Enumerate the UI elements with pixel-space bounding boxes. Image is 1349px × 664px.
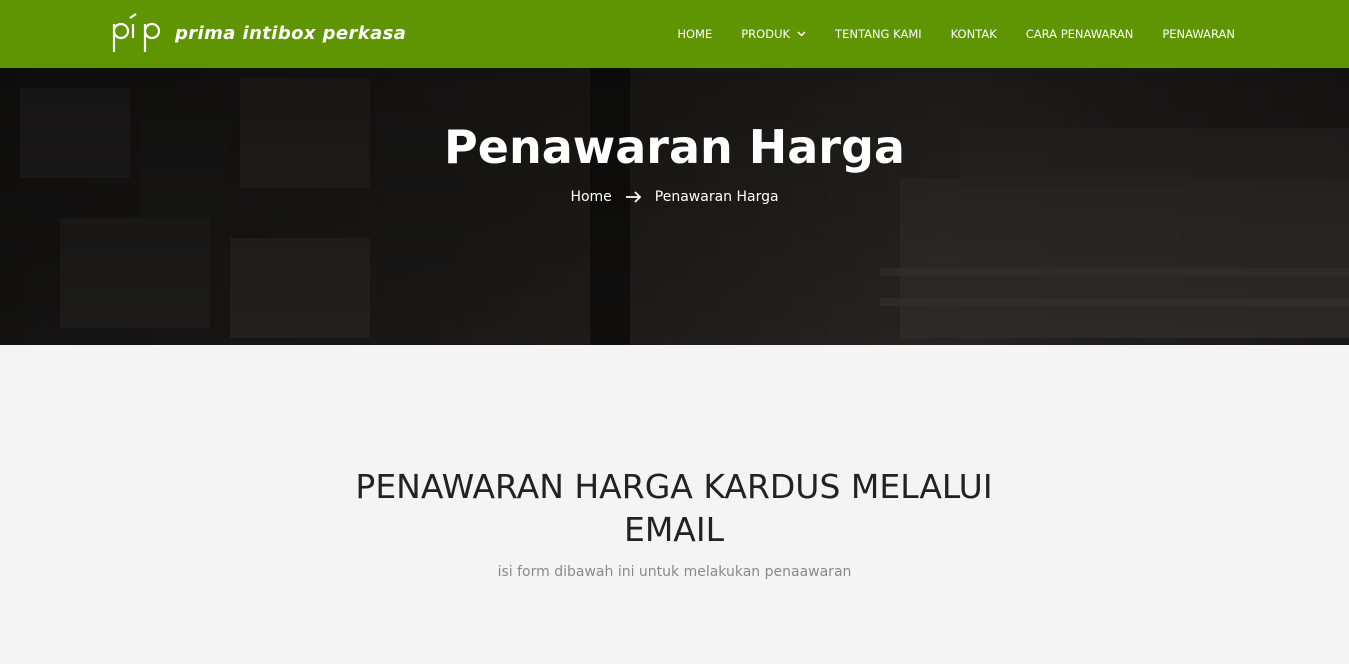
nav-home[interactable]: HOME	[677, 27, 712, 41]
breadcrumb-home-link[interactable]: Home	[570, 189, 611, 205]
nav-cara-penawaran[interactable]: CARA PENAWARAN	[1026, 27, 1134, 41]
site-header: prima intibox perkasa HOME PRODUK TENTAN…	[0, 0, 1349, 68]
nav-cara-penawaran-label: CARA PENAWARAN	[1025, 27, 1134, 41]
section-subtitle: isi form dibawah ini untuk melakukan pen…	[497, 564, 852, 580]
section-title: PENAWARAN HARGA KARDUS MELALUI EMAIL	[355, 467, 993, 549]
nav-produk[interactable]: PRODUK	[741, 27, 806, 41]
brand-logo[interactable]: prima intibox perkasa	[108, 12, 406, 54]
page-hero: Penawaran Harga Home Penawaran Harga	[0, 68, 1349, 345]
breadcrumb: Home Penawaran Harga	[0, 189, 1349, 205]
nav-penawaran-label: PENAWARAN	[1162, 27, 1235, 41]
nav-kontak[interactable]: KONTAK	[951, 27, 997, 41]
nav-produk-label: PRODUK	[741, 27, 791, 41]
nav-tentang-kami[interactable]: TENTANG KAMI	[835, 27, 922, 41]
chevron-down-icon	[797, 31, 806, 37]
hero-background-image	[0, 68, 1349, 345]
brand-name: prima intibox perkasa	[175, 22, 407, 44]
pip-logo-icon	[112, 13, 161, 52]
arrow-right-icon	[625, 191, 642, 203]
page-title: Penawaran Harga	[444, 120, 905, 174]
nav-kontak-label: KONTAK	[950, 27, 997, 41]
main-nav: HOME PRODUK TENTANG KAMI KONTAK CARA PEN…	[677, 0, 1235, 68]
nav-home-label: HOME	[677, 27, 713, 41]
breadcrumb-current: Penawaran Harga	[654, 189, 779, 205]
nav-penawaran[interactable]: PENAWARAN	[1162, 27, 1235, 41]
nav-tentang-kami-label: TENTANG KAMI	[835, 27, 922, 41]
